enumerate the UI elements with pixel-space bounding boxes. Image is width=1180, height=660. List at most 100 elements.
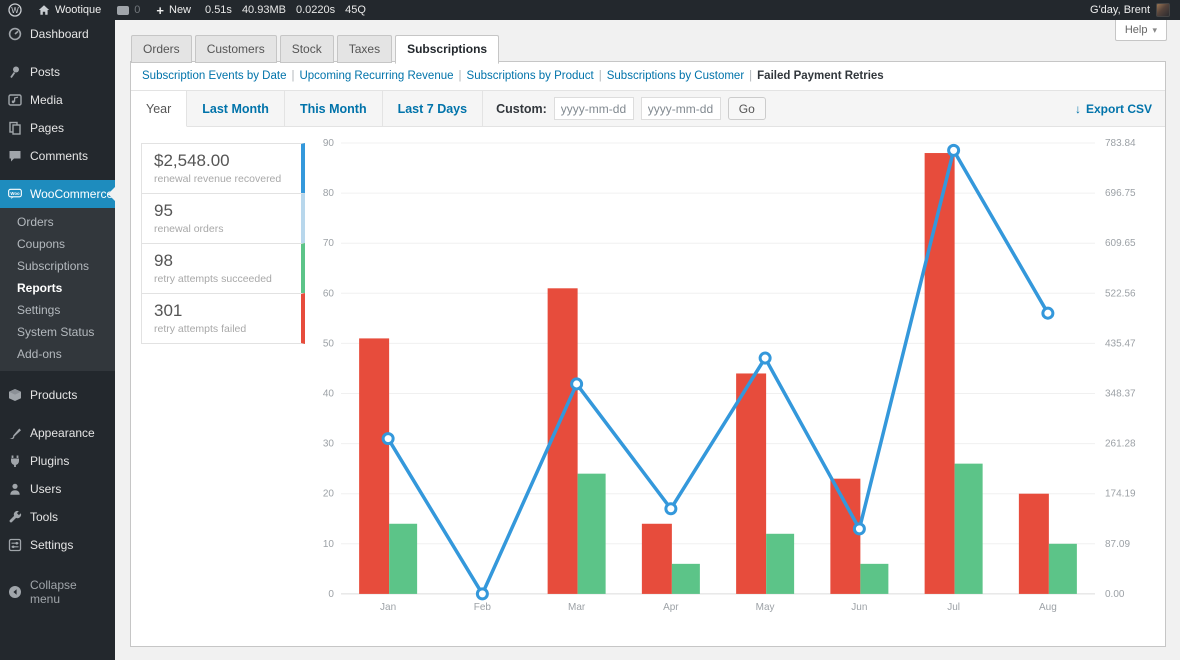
x-axis-label: Aug [1039,602,1057,613]
menu-separator [0,170,115,180]
x-axis-label: Jan [380,602,396,613]
stat-label: retry attempts succeeded [154,273,289,285]
new-content-menu[interactable]: + New [148,0,199,20]
bar-Jul[interactable] [955,464,983,594]
range-tab-this-month[interactable]: This Month [285,91,383,126]
line-point-Jun[interactable] [854,524,864,534]
sidebar-item-dashboard[interactable]: Dashboard [0,20,115,48]
line-point-Apr[interactable] [666,504,676,514]
download-arrow-icon: ↓ [1075,102,1081,116]
chart-content: $2,548.00 renewal revenue recovered 95 r… [131,127,1165,646]
sidebar-item-label: Dashboard [30,27,89,41]
comments-count: 0 [134,4,140,16]
avatar [1156,3,1170,17]
right-axis-tick: 87.09 [1105,539,1130,550]
submenu-item-reports[interactable]: Reports [0,277,115,299]
subnav-link-events-by-date[interactable]: Subscription Events by Date [142,70,286,82]
tab-label: Stock [292,42,322,56]
submenu-item-settings[interactable]: Settings [0,299,115,321]
main-content: Help ▾ Orders Customers Stock Taxes Subs… [115,20,1180,660]
new-label: New [169,4,191,16]
chevron-down-icon: ▾ [1152,25,1157,36]
bar-May[interactable] [766,534,794,594]
submenu-item-add-ons[interactable]: Add-ons [0,343,115,365]
left-axis-tick: 90 [323,138,335,149]
sidebar-item-users[interactable]: Users [0,475,115,503]
sidebar-item-tools[interactable]: Tools [0,503,115,531]
chart-sidebar-stats: $2,548.00 renewal revenue recovered 95 r… [141,143,305,344]
line-point-Feb[interactable] [477,589,487,599]
wordpress-menu[interactable]: W [0,0,30,20]
subnav-link-upcoming-revenue[interactable]: Upcoming Recurring Revenue [299,70,453,82]
tab-taxes[interactable]: Taxes [337,35,392,63]
bar-May[interactable] [736,373,766,593]
sidebar-item-media[interactable]: Media [0,86,115,114]
bar-Jul[interactable] [925,153,955,594]
bar-Apr[interactable] [672,564,700,594]
submenu-label: Subscriptions [17,259,89,273]
sidebar-item-woocommerce[interactable]: Woo WooCommerce [0,180,115,208]
sidebar-item-label: Settings [30,538,73,552]
greeting: G'day, Brent [1090,4,1150,16]
tab-customers[interactable]: Customers [195,35,277,63]
sidebar-item-comments[interactable]: Comments [0,142,115,170]
line-point-May[interactable] [760,353,770,363]
line-point-Jan[interactable] [383,434,393,444]
comments-shortcut[interactable]: 0 [109,0,148,20]
subnav-link-by-customer[interactable]: Subscriptions by Customer [607,70,744,82]
bar-Mar[interactable] [578,474,606,594]
bar-Apr[interactable] [642,524,672,594]
bar-Aug[interactable] [1019,494,1049,594]
tab-stock[interactable]: Stock [280,35,334,63]
comment-bubble-icon [8,149,22,163]
sidebar-item-appearance[interactable]: Appearance [0,419,115,447]
site-name-link[interactable]: Wootique [30,0,109,20]
left-axis-tick: 20 [323,489,335,500]
help-button[interactable]: Help ▾ [1115,20,1167,41]
subnav-link-by-product[interactable]: Subscriptions by Product [467,70,594,82]
sidebar-item-label: Plugins [30,454,69,468]
bar-Jan[interactable] [359,338,389,594]
end-date-input[interactable] [641,97,721,120]
sidebar-item-plugins[interactable]: Plugins [0,447,115,475]
range-tab-last-month[interactable]: Last Month [187,91,285,126]
start-date-input[interactable] [554,97,634,120]
range-tab-year[interactable]: Year [131,91,187,127]
tab-subscriptions[interactable]: Subscriptions [395,35,499,64]
stat-renewal-revenue-recovered: $2,548.00 renewal revenue recovered [141,143,305,194]
tab-label: Orders [143,42,180,56]
submenu-item-orders[interactable]: Orders [0,211,115,233]
sidebar-item-pages[interactable]: Pages [0,114,115,142]
left-axis-tick: 10 [323,539,335,550]
sidebar-item-label: Products [30,388,77,402]
tab-label: Taxes [349,42,380,56]
right-axis-tick: 435.47 [1105,338,1136,349]
range-tab-last-7-days[interactable]: Last 7 Days [383,91,483,126]
submenu-label: Add-ons [17,347,62,361]
bar-Jun[interactable] [830,479,860,594]
submenu-item-subscriptions[interactable]: Subscriptions [0,255,115,277]
sidebar-item-products[interactable]: Products [0,381,115,409]
bar-Aug[interactable] [1049,544,1077,594]
sidebar-item-label: Comments [30,149,88,163]
submenu-item-system-status[interactable]: System Status [0,321,115,343]
account-menu[interactable]: G'day, Brent [1090,3,1180,17]
line-point-Mar[interactable] [572,379,582,389]
submenu-item-coupons[interactable]: Coupons [0,233,115,255]
bar-Jun[interactable] [860,564,888,594]
line-point-Aug[interactable] [1043,308,1053,318]
menu-separator [0,48,115,58]
paintbrush-icon [8,426,22,440]
bar-Jan[interactable] [389,524,417,594]
go-button[interactable]: Go [728,97,766,120]
tab-orders[interactable]: Orders [131,35,192,63]
right-axis-tick: 609.65 [1105,238,1136,249]
collapse-menu-button[interactable]: Collapse menu [0,571,115,613]
x-axis-label: Feb [474,602,492,613]
sidebar-item-posts[interactable]: Posts [0,58,115,86]
export-csv-link[interactable]: ↓ Export CSV [1075,91,1152,126]
separator: | [291,70,294,82]
left-axis-tick: 0 [328,589,334,600]
line-point-Jul[interactable] [949,145,959,155]
sidebar-item-settings[interactable]: Settings [0,531,115,559]
